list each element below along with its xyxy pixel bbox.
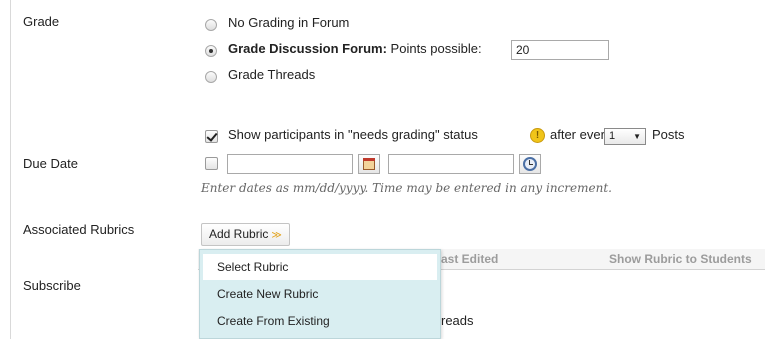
column-show-rubric[interactable]: Show Rubric to Students <box>609 252 752 266</box>
subscribe-label: Subscribe <box>23 278 81 293</box>
posts-count-value: 1 <box>609 130 616 142</box>
subscribe-option-partial: reads <box>441 313 474 328</box>
select-arrow-icon: ▼ <box>633 132 641 141</box>
info-icon[interactable]: ! <box>530 128 545 143</box>
grade-forum-bold: Grade Discussion Forum: <box>228 41 387 56</box>
associated-rubrics-label: Associated Rubrics <box>23 222 135 237</box>
due-date-checkbox[interactable] <box>205 157 218 170</box>
radio-no-grading[interactable] <box>205 19 217 31</box>
column-last-edited[interactable]: ast Edited <box>441 252 498 266</box>
due-date-label: Due Date <box>23 156 78 171</box>
after-every-label: after every <box>550 127 612 142</box>
due-date-input[interactable] <box>227 154 353 174</box>
add-rubric-menu: Select Rubric Create New Rubric Create F… <box>199 249 441 339</box>
add-rubric-label: Add Rubric <box>209 227 269 241</box>
clock-icon[interactable] <box>519 154 541 174</box>
date-format-hint: Enter dates as mm/dd/yyyy. Time may be e… <box>201 181 612 195</box>
due-time-input[interactable] <box>388 154 514 174</box>
points-possible-input[interactable] <box>511 40 609 60</box>
posts-label: Posts <box>652 127 685 142</box>
radio-grade-threads[interactable] <box>205 71 217 83</box>
needs-grading-checkbox[interactable] <box>205 130 218 143</box>
posts-count-select[interactable]: 1 ▼ <box>604 128 646 145</box>
points-possible-label: Points possible: <box>390 41 482 56</box>
option-no-grading-label: No Grading in Forum <box>228 15 350 30</box>
chevron-down-icon: ≫ <box>271 230 282 241</box>
menu-item-create-from-existing[interactable]: Create From Existing <box>203 308 437 334</box>
needs-grading-label: Show participants in "needs grading" sta… <box>228 127 478 142</box>
grade-label: Grade <box>23 14 60 29</box>
menu-item-create-new-rubric[interactable]: Create New Rubric <box>203 281 437 307</box>
menu-item-select-rubric[interactable]: Select Rubric <box>203 254 437 280</box>
radio-grade-forum[interactable] <box>205 45 217 57</box>
option-grade-threads-label: Grade Threads <box>228 67 316 82</box>
content-frame-border <box>10 0 11 339</box>
option-grade-forum-label: Grade Discussion Forum: Points possible: <box>228 41 482 56</box>
add-rubric-button[interactable]: Add Rubric ≫ <box>201 223 290 246</box>
calendar-icon[interactable] <box>358 154 380 174</box>
